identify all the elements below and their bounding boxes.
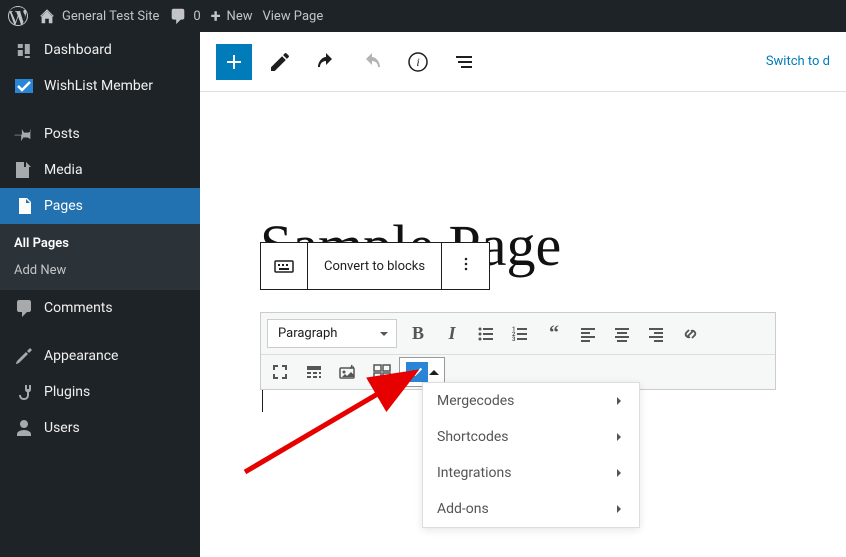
sidebar-item-comments[interactable]: Comments	[0, 290, 200, 326]
dashboard-icon	[14, 40, 34, 60]
user-icon	[14, 418, 34, 438]
users-label: Users	[44, 420, 80, 436]
site-name-label: General Test Site	[62, 9, 159, 24]
comments-link[interactable]: 0	[169, 7, 200, 25]
sidebar-item-users[interactable]: Users	[0, 410, 200, 446]
pin-icon	[14, 124, 34, 144]
svg-text:i: i	[416, 55, 419, 69]
wp-logo[interactable]	[8, 6, 28, 26]
number-list-button[interactable]: 123	[503, 319, 537, 349]
redo-button[interactable]	[354, 44, 390, 80]
convert-to-blocks-button[interactable]: Convert to blocks	[308, 242, 442, 290]
dropdown-item-integrations[interactable]: Integrations	[423, 455, 639, 491]
view-page-label: View Page	[262, 9, 323, 24]
toolbar-toggle-button[interactable]	[297, 357, 331, 387]
plugins-label: Plugins	[44, 384, 90, 400]
align-left-button[interactable]	[571, 319, 605, 349]
dropdown-item-addons[interactable]: Add-ons	[423, 491, 639, 527]
keyboard-icon	[272, 254, 296, 278]
comments-icon	[14, 298, 34, 318]
site-name-link[interactable]: General Test Site	[38, 7, 159, 25]
mergecodes-label: Mergecodes	[437, 393, 514, 409]
pages-icon	[14, 196, 34, 216]
plus-icon: +	[211, 6, 221, 27]
outline-button[interactable]	[446, 44, 482, 80]
bold-button[interactable]: B	[401, 319, 435, 349]
appearance-label: Appearance	[44, 348, 118, 364]
posts-label: Posts	[44, 126, 80, 142]
italic-button[interactable]: I	[435, 319, 469, 349]
svg-text:3: 3	[512, 336, 516, 343]
admin-sidebar: Dashboard WishList Member Posts Media Pa…	[0, 32, 200, 557]
align-right-button[interactable]	[639, 319, 673, 349]
pages-submenu: All Pages Add New	[0, 224, 200, 290]
submenu-add-new[interactable]: Add New	[0, 257, 200, 284]
sidebar-item-wishlist[interactable]: WishList Member	[0, 68, 200, 104]
link-button[interactable]	[673, 319, 707, 349]
align-center-button[interactable]	[605, 319, 639, 349]
media-label: Media	[44, 162, 83, 178]
more-icon	[456, 254, 476, 278]
classic-block-icon-button[interactable]	[260, 242, 308, 290]
quote-button[interactable]: “	[537, 319, 571, 349]
undo-button[interactable]	[308, 44, 344, 80]
sidebar-item-plugins[interactable]: Plugins	[0, 374, 200, 410]
plug-icon	[14, 382, 34, 402]
addons-label: Add-ons	[437, 501, 489, 517]
sidebar-item-media[interactable]: Media	[0, 152, 200, 188]
gallery-button[interactable]	[365, 357, 399, 387]
dropdown-item-mergecodes[interactable]: Mergecodes	[423, 383, 639, 419]
new-label: New	[227, 9, 253, 24]
caret-up-icon	[429, 365, 439, 375]
wishlist-icon	[14, 76, 34, 96]
add-block-button[interactable]	[216, 44, 252, 80]
dropdown-item-shortcodes[interactable]: Shortcodes	[423, 419, 639, 455]
sidebar-item-dashboard[interactable]: Dashboard	[0, 32, 200, 68]
submenu-all-pages[interactable]: All Pages	[0, 230, 200, 257]
view-page-link[interactable]: View Page	[262, 9, 323, 24]
sidebar-item-pages[interactable]: Pages	[0, 188, 200, 224]
block-toolbar: Convert to blocks	[260, 242, 490, 290]
fullscreen-button[interactable]	[263, 357, 297, 387]
comments-label: Comments	[44, 300, 113, 316]
shortcodes-label: Shortcodes	[437, 429, 509, 445]
wishlist-check-icon	[406, 362, 428, 382]
edit-mode-button[interactable]	[262, 44, 298, 80]
pages-label: Pages	[44, 198, 83, 214]
editor-main: i Switch to d Sample Page Convert to blo…	[200, 32, 846, 557]
brush-icon	[14, 346, 34, 366]
switch-editor-link[interactable]: Switch to d	[766, 54, 830, 69]
block-more-button[interactable]	[442, 242, 490, 290]
classic-editor-toolbar: Paragraph B I 123 “	[260, 312, 776, 390]
info-button[interactable]: i	[400, 44, 436, 80]
dashboard-label: Dashboard	[44, 42, 112, 58]
sidebar-item-appearance[interactable]: Appearance	[0, 338, 200, 374]
text-cursor	[262, 390, 263, 412]
add-media-button[interactable]	[331, 357, 365, 387]
wishlist-label: WishList Member	[44, 78, 153, 94]
comments-count: 0	[193, 9, 200, 24]
admin-topbar: General Test Site 0 + New View Page	[0, 0, 846, 32]
integrations-label: Integrations	[437, 465, 511, 481]
editor-top-toolbar: i Switch to d	[200, 32, 846, 92]
bullet-list-button[interactable]	[469, 319, 503, 349]
format-select[interactable]: Paragraph	[267, 319, 397, 348]
media-icon	[14, 160, 34, 180]
wishlist-dropdown-menu: Mergecodes Shortcodes Integrations Add-o…	[422, 382, 640, 528]
format-select-value: Paragraph	[278, 326, 337, 341]
sidebar-item-posts[interactable]: Posts	[0, 116, 200, 152]
new-link[interactable]: + New	[211, 6, 253, 27]
convert-label: Convert to blocks	[324, 259, 425, 274]
